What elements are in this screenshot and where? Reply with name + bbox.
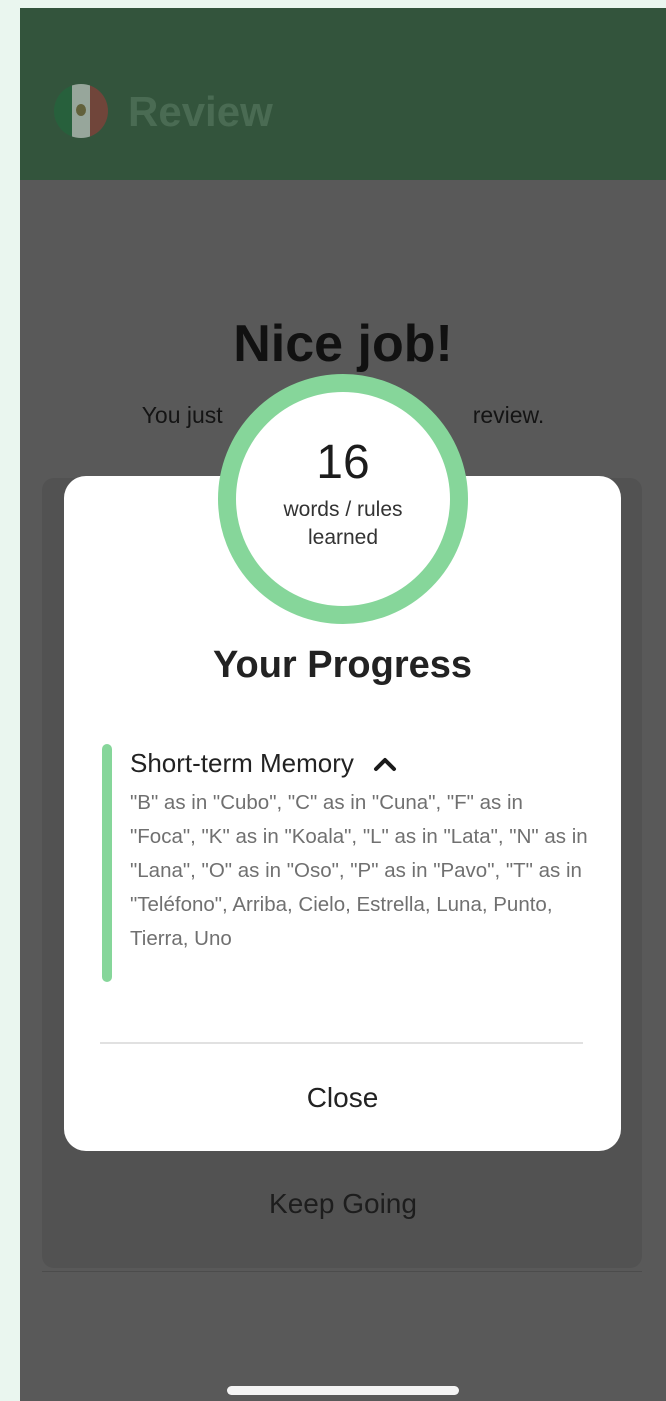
learned-count-label: words / rules learned — [283, 498, 403, 549]
modal-divider — [100, 1042, 583, 1044]
memory-section-title: Short-term Memory — [130, 748, 354, 778]
subtitle-end: review. — [472, 402, 545, 428]
learned-count-badge: 16 words / rules learned — [218, 374, 468, 624]
chevron-up-icon — [373, 757, 396, 771]
header-bar: Review — [20, 8, 666, 180]
modal-title: Your Progress — [212, 644, 473, 686]
subtitle-start: You just — [141, 402, 223, 428]
memory-items-text: "B" as in "Cubo", "C" as in "Cuna", "F" … — [130, 791, 588, 950]
success-heading: Nice job! — [233, 315, 453, 373]
page-title: Review — [128, 88, 273, 135]
mexico-flag-icon — [54, 84, 108, 138]
close-button[interactable]: Close — [64, 1082, 621, 1114]
memory-section-toggle[interactable]: Short-term Memory — [130, 748, 398, 779]
keep-going-button[interactable]: Keep Going — [20, 1188, 666, 1220]
learned-count: 16 — [316, 436, 370, 489]
bottom-divider — [42, 1271, 642, 1272]
home-indicator[interactable] — [227, 1386, 459, 1395]
memory-accent-bar — [102, 744, 112, 982]
